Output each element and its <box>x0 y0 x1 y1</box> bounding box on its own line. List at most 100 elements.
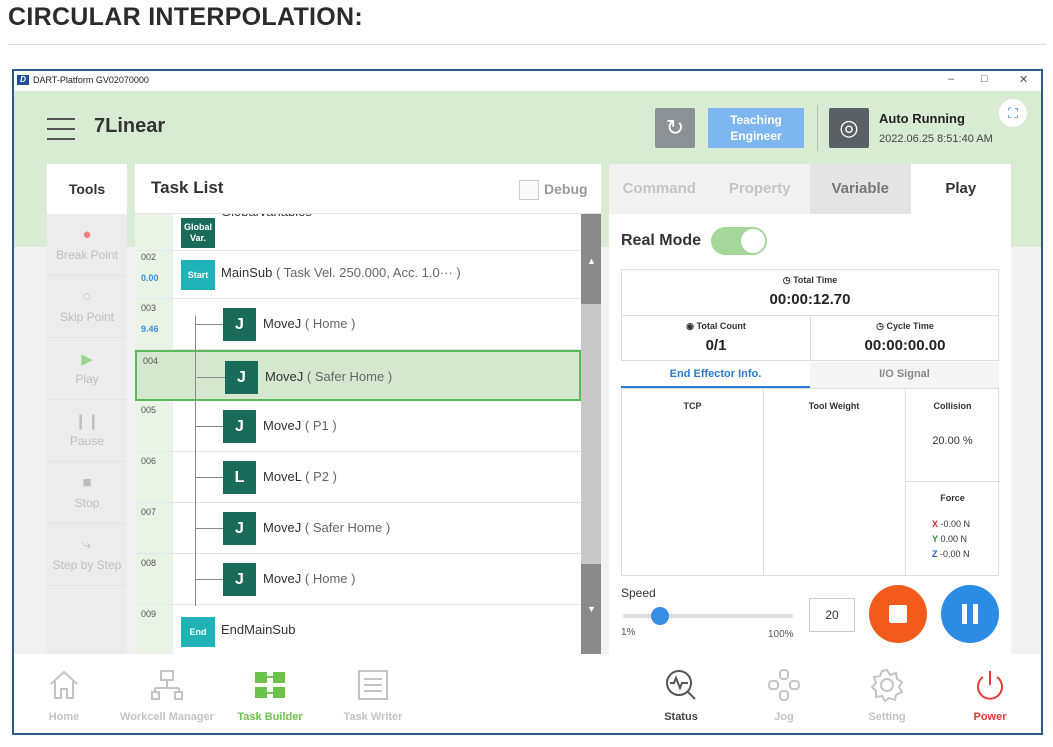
task-row[interactable]: 005 J MoveJ ( P1 ) <box>135 401 581 452</box>
real-mode-label: Real Mode <box>621 232 702 249</box>
window-titlebar: D DART-Platform GV02070000 – □ ✕ <box>14 71 1041 91</box>
tab-command[interactable]: Command <box>609 164 710 214</box>
jog-icon <box>767 668 801 702</box>
speed-label: Speed <box>621 586 656 600</box>
task-row[interactable]: 006 L MoveL ( P2 ) <box>135 452 581 503</box>
total-count-value: 0/1 <box>705 337 727 354</box>
tree-connector <box>195 324 223 325</box>
task-builder-icon <box>253 668 287 702</box>
tool-label: Skip Point <box>59 310 115 324</box>
nav-label: Task Writer <box>343 711 403 723</box>
nav-task-writer[interactable]: Task Writer <box>323 654 423 733</box>
teaching-engineer-button[interactable]: Teaching Engineer <box>708 108 804 148</box>
command-name: MoveL <box>263 469 302 484</box>
task-row[interactable]: 002 0.00 Start MainSub ( Task Vel. 250.000,… <box>135 248 581 299</box>
nav-label: Status <box>664 711 698 723</box>
tree-connector <box>197 377 225 378</box>
home-icon <box>47 668 81 702</box>
end-effector-grid: TCP Tool Weight Collision 20.00 % Force … <box>621 388 1000 576</box>
cycle-time-label: Cycle Time <box>886 321 934 331</box>
command-name: EndMainSub <box>221 622 296 637</box>
skip-point-icon: ○ <box>82 288 92 305</box>
header-divider <box>817 105 818 151</box>
task-list-scrollbar[interactable]: ▲ ▼ <box>581 214 601 654</box>
task-row[interactable]: 009 End EndMainSub <box>135 605 581 654</box>
line-number: 008 <box>141 558 157 568</box>
line-number: 009 <box>141 609 157 619</box>
mode-status: Auto Running <box>879 111 965 126</box>
play-icon: ▶ <box>81 351 93 368</box>
debug-checkbox[interactable] <box>519 180 539 200</box>
speed-slider[interactable] <box>623 607 793 625</box>
tree-line <box>195 316 196 606</box>
nav-setting[interactable]: Setting <box>837 654 937 733</box>
speed-max-label: 100% <box>768 629 794 640</box>
nav-jog[interactable]: Jog <box>734 654 834 733</box>
command-args: ( Home ) <box>304 571 356 586</box>
nav-status[interactable]: Status <box>631 654 731 733</box>
tcp-label: TCP <box>683 401 702 411</box>
setting-icon <box>870 668 904 703</box>
window-title: DART-Platform GV02070000 <box>33 75 149 85</box>
close-button[interactable]: ✕ <box>1019 73 1028 86</box>
tree-connector <box>195 579 223 580</box>
tab-property[interactable]: Property <box>710 164 811 214</box>
tools-panel: Tools ● Break Point ○ Skip Point ▶ Play ❙❙ Paus… <box>47 164 127 654</box>
maximize-button[interactable]: □ <box>981 73 988 85</box>
tab-variable[interactable]: Variable <box>810 164 911 214</box>
line-time: 9.46 <box>141 324 159 334</box>
debug-label: Debug <box>544 181 588 197</box>
tool-pause-button[interactable]: ❙❙ Pause <box>47 400 127 462</box>
task-row[interactable]: Global Var. GlobalVariables <box>135 214 581 251</box>
tool-skip-point-button[interactable]: ○ Skip Point <box>47 276 127 338</box>
tool-stop-button[interactable]: ■ Stop <box>47 462 127 524</box>
minimize-button[interactable]: – <box>948 73 954 85</box>
nav-power[interactable]: Power <box>940 654 1040 733</box>
run-stats: ◷ Total Time 00:00:12.70 ◉ Total Count 0… <box>621 269 999 361</box>
right-tabs: Command Property Variable Play <box>609 164 1011 214</box>
status-datetime: 2022.06.25 8:51:40 AM <box>879 133 993 145</box>
screen-capture-icon[interactable]: ⛶ <box>999 99 1027 127</box>
tab-io-signal[interactable]: I/O Signal <box>810 362 999 388</box>
tool-label: Stop <box>74 496 100 510</box>
speed-slider-handle[interactable] <box>651 607 669 625</box>
real-mode-toggle[interactable] <box>711 227 767 255</box>
total-time-value: 00:00:12.70 <box>769 291 851 308</box>
workcell-manager-icon <box>150 668 184 702</box>
force-z-value: -0.00 N <box>940 549 970 559</box>
tab-play[interactable]: Play <box>910 164 1011 214</box>
page-heading: CIRCULAR INTERPOLATION: <box>8 3 364 31</box>
speed-input[interactable]: 20 <box>809 598 855 632</box>
tool-play-button[interactable]: ▶ Play <box>47 338 127 400</box>
force-label: Force <box>940 493 965 503</box>
task-row[interactable]: 003 9.46 J MoveJ ( Home ) <box>135 299 581 350</box>
movej-command-icon: J <box>223 308 256 341</box>
stop-button[interactable] <box>869 585 927 643</box>
task-row[interactable]: 007 J MoveJ ( Safer Home ) <box>135 503 581 554</box>
stop-icon: ■ <box>82 474 92 491</box>
stop-icon <box>889 605 907 623</box>
app-window: D DART-Platform GV02070000 – □ ✕ 7Linear… <box>12 69 1043 735</box>
reset-button[interactable]: ↻ <box>655 108 695 148</box>
nav-workcell-manager[interactable]: Workcell Manager <box>117 654 217 733</box>
tool-break-point-button[interactable]: ● Break Point <box>47 214 127 276</box>
total-count-label: Total Count <box>696 321 746 331</box>
task-row[interactable]: 008 J MoveJ ( Home ) <box>135 554 581 605</box>
scroll-down-arrow-icon[interactable]: ▼ <box>587 604 596 614</box>
command-name: MoveJ <box>263 520 302 535</box>
task-row[interactable]: 004 J MoveJ ( Safer Home ) <box>135 350 581 401</box>
tool-step-by-step-button[interactable]: ⤷ Step by Step <box>47 524 127 586</box>
movej-command-icon: J <box>225 361 258 394</box>
task-label: MoveJ ( Safer Home ) <box>265 369 392 384</box>
scroll-up-arrow-icon[interactable]: ▲ <box>587 256 596 266</box>
task-writer-icon <box>356 668 390 702</box>
tab-end-effector-info[interactable]: End Effector Info. <box>621 362 810 388</box>
nav-home[interactable]: Home <box>14 654 114 733</box>
pause-button[interactable] <box>941 585 999 643</box>
command-args: ( Home ) <box>304 316 356 331</box>
teach-label-line2: Engineer <box>730 129 782 143</box>
auto-mode-icon: ◎ <box>829 108 869 148</box>
movej-command-icon: J <box>223 563 256 596</box>
nav-task-builder[interactable]: Task Builder <box>220 654 320 733</box>
menu-icon[interactable] <box>47 118 75 140</box>
